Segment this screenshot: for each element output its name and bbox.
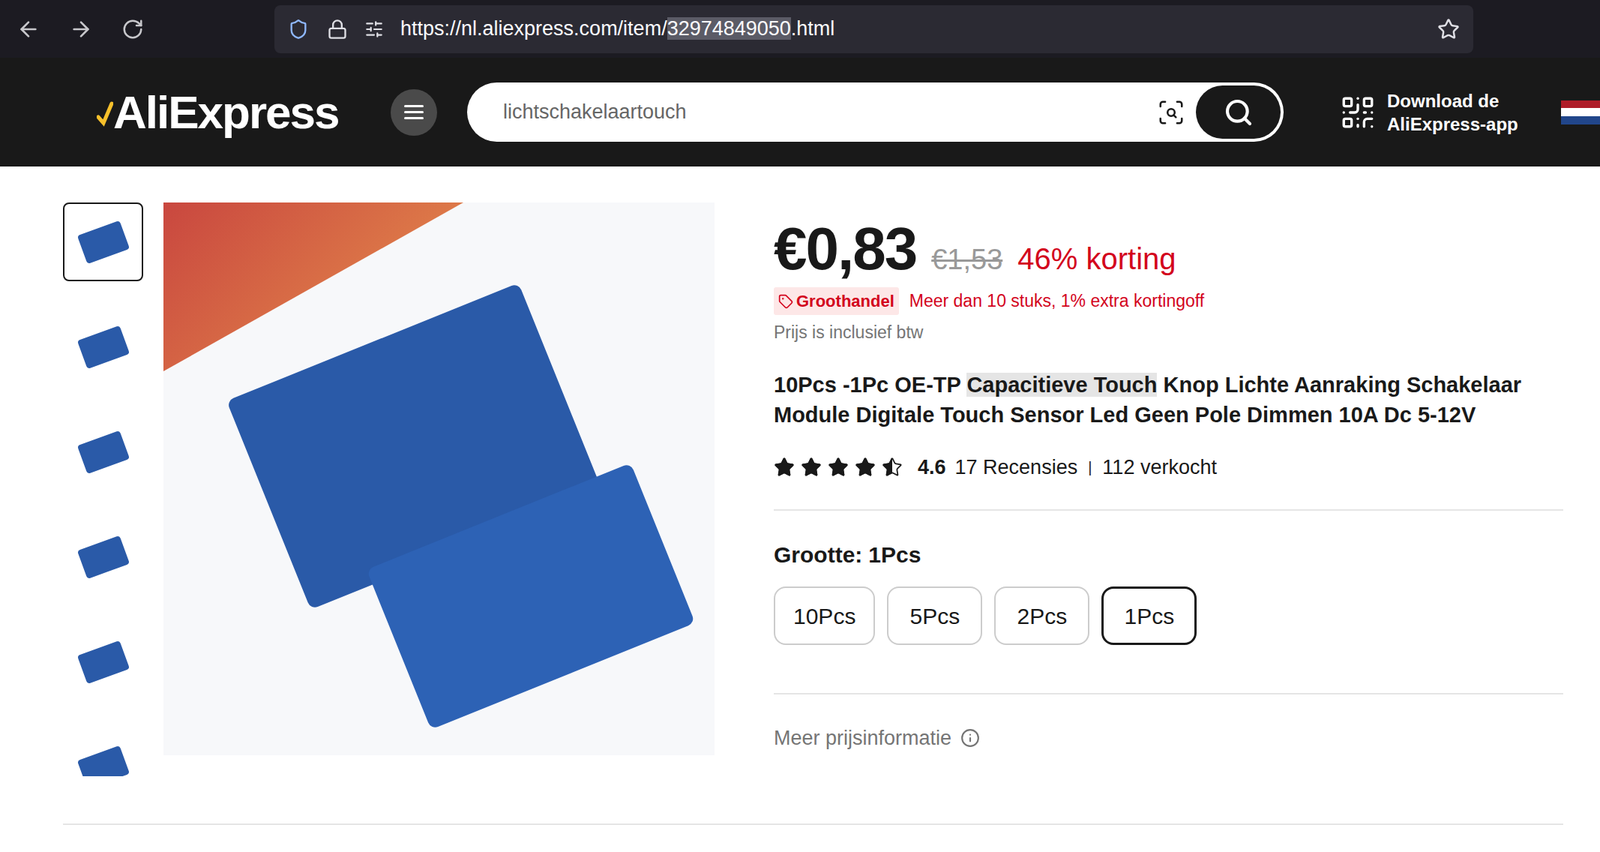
search-input[interactable]: lichtschakelaartouch — [503, 96, 1157, 128]
rating-score: 4.6 — [917, 452, 947, 483]
shield-icon[interactable] — [287, 18, 309, 40]
price-row: €0,83 €1,53 46% korting — [773, 218, 1564, 282]
wholesale-row: Groothandel Meer dan 10 stuks, 1% extra k… — [773, 287, 1564, 315]
page-settings-icon[interactable] — [364, 19, 384, 39]
lock-icon[interactable] — [326, 18, 348, 40]
url-field[interactable]: https://nl.aliexpress.com/item/329748490… — [274, 5, 1474, 54]
logo[interactable]: AliExpress — [96, 89, 363, 136]
search-button[interactable] — [1195, 85, 1281, 139]
star-icon — [827, 456, 849, 478]
size-option[interactable]: 1Pcs — [1101, 586, 1197, 645]
star-icon — [854, 456, 876, 478]
product-image[interactable] — [163, 202, 715, 756]
price: €0,83 — [773, 218, 917, 279]
divider — [62, 823, 1564, 825]
qr-code-icon — [1339, 93, 1377, 132]
size-value: 1Pcs — [868, 537, 921, 572]
star-icon — [800, 456, 822, 478]
menu-button[interactable] — [390, 89, 438, 136]
reload-icon[interactable] — [121, 17, 144, 41]
forward-icon[interactable] — [68, 17, 93, 42]
thumbnail[interactable] — [62, 202, 144, 282]
camera-search-icon[interactable] — [1156, 98, 1186, 127]
thumbnail[interactable] — [62, 307, 144, 387]
language-flag-icon[interactable] — [1561, 100, 1600, 125]
download-app[interactable]: Download deAliExpress-app — [1339, 89, 1519, 136]
rating-row: 4.6 17 Recensies | 112 verkocht — [773, 452, 1564, 483]
site-header: AliExpress lichtschakelaartouch Download d… — [0, 57, 1600, 167]
page: https://nl.aliexpress.com/item/329748490… — [0, 0, 1600, 852]
more-price-info[interactable]: Meer prijsinformatie — [773, 722, 1564, 754]
url-text[interactable]: https://nl.aliexpress.com/item/329748490… — [400, 13, 835, 45]
thumbnail[interactable] — [62, 517, 144, 597]
size-label: Grootte:1Pcs — [773, 537, 1564, 572]
separator: | — [1087, 455, 1092, 479]
size-option[interactable]: 2Pcs — [994, 586, 1090, 645]
original-price: €1,53 — [931, 238, 1003, 282]
download-text[interactable]: AliExpress-app — [1387, 112, 1519, 136]
star-icon — [773, 456, 795, 478]
size-option[interactable]: 5Pcs — [886, 586, 983, 645]
product-title: 10Pcs -1Pc OE-TP Capacitieve Touch Knop … — [773, 369, 1564, 430]
divider — [773, 692, 1564, 695]
wholesale-text: Meer dan 10 stuks, 1% extra kortingoff — [909, 287, 1205, 315]
download-text[interactable]: Download de — [1387, 89, 1519, 113]
divider — [773, 509, 1564, 511]
review-count[interactable]: 17 Recensies — [955, 452, 1079, 483]
tax-note: Prijs is inclusief btw — [773, 319, 1564, 346]
size-options: 10Pcs5Pcs2Pcs1Pcs — [773, 586, 1564, 645]
thumbnail[interactable] — [62, 727, 144, 777]
product-section: €0,83 €1,53 46% korting Groothandel Meer dan… — [0, 166, 1600, 777]
bookmark-star-icon[interactable] — [1437, 17, 1460, 41]
thumbnail[interactable] — [62, 622, 144, 702]
star-icon — [881, 456, 903, 478]
product-info: €0,83 €1,53 46% korting Groothandel Meer dan… — [773, 202, 1564, 777]
rating-stars — [773, 456, 903, 478]
discount: 46% korting — [1017, 236, 1176, 282]
size-option[interactable]: 10Pcs — [773, 586, 875, 645]
browser-toolbar: https://nl.aliexpress.com/item/329748490… — [0, 0, 1600, 58]
sold-count: 112 verkocht — [1102, 452, 1217, 483]
search-icon — [1223, 97, 1254, 128]
search-field[interactable]: lichtschakelaartouch — [467, 82, 1284, 142]
back-icon[interactable] — [16, 17, 41, 42]
tag-icon — [778, 293, 794, 309]
wholesale-badge: Groothandel — [773, 287, 899, 315]
logo-swoosh-icon — [96, 97, 114, 128]
info-icon[interactable] — [960, 728, 980, 748]
thumbnail[interactable] — [62, 412, 144, 492]
thumbnail-list — [62, 202, 144, 777]
